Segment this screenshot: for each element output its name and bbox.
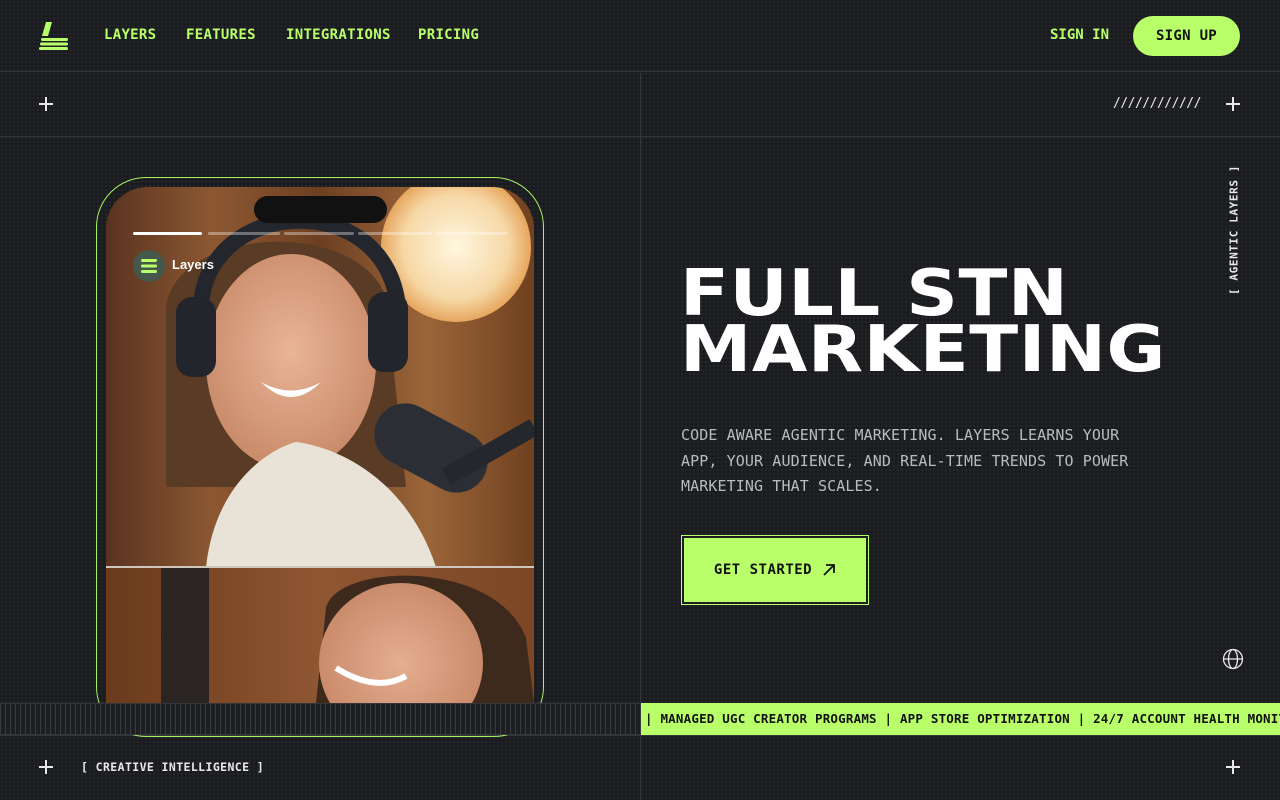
story-progress-bar	[284, 232, 354, 235]
section-label-creative-intelligence: [ CREATIVE INTELLIGENCE ]	[81, 760, 265, 774]
story-progress-bar	[436, 232, 508, 235]
hero-description: CODE AWARE AGENTIC MARKETING. LAYERS LEA…	[681, 426, 1129, 495]
hero-title-line: MARKETING	[680, 313, 1166, 387]
nav-link-pricing[interactable]: PRICING	[418, 27, 479, 43]
phone-screen: Layers	[106, 187, 534, 703]
arrow-up-right-icon	[823, 564, 836, 576]
plus-icon	[1226, 760, 1240, 774]
side-section-text: [ AGENTIC LAYERS ]	[1227, 164, 1241, 296]
nav-link-layers[interactable]: LAYERS	[104, 27, 156, 43]
story-progress-bar	[208, 232, 280, 235]
sign-in-link[interactable]: SIGN IN	[1050, 27, 1109, 43]
services-ticker: | MANAGED UGC CREATOR PROGRAMS | APP STO…	[641, 703, 1280, 735]
get-started-button[interactable]: GET STARTED	[681, 535, 869, 605]
layers-stack-icon	[141, 259, 157, 273]
grid-divider	[640, 73, 641, 800]
slash-decoration: ////////////	[1113, 96, 1201, 111]
nav-link-features[interactable]: FEATURES	[186, 27, 256, 43]
video-frame-top	[106, 187, 534, 567]
ticker-pattern	[0, 703, 641, 735]
side-section-label: [ AGENTIC LAYERS ]	[1226, 164, 1242, 296]
get-started-label: GET STARTED	[713, 562, 813, 578]
plus-icon	[39, 760, 53, 774]
globe-icon[interactable]	[1222, 648, 1244, 670]
brand-avatar	[133, 250, 165, 282]
phone-notch	[254, 196, 387, 223]
ticker-text: | MANAGED UGC CREATOR PROGRAMS | APP STO…	[645, 711, 1280, 726]
layers-logo-icon[interactable]	[38, 20, 70, 50]
top-nav: LAYERS FEATURES INTEGRATIONS PRICING SIG…	[0, 0, 1280, 72]
sign-up-button[interactable]: SIGN UP	[1133, 16, 1240, 56]
story-progress-bar	[358, 232, 432, 235]
plus-icon	[1226, 97, 1240, 111]
story-progress-bar	[133, 232, 202, 235]
plus-icon	[39, 97, 53, 111]
video-frame-bottom	[106, 568, 534, 703]
nav-link-integrations[interactable]: INTEGRATIONS	[286, 27, 391, 43]
hero-title: FULL STN MARKETING	[680, 262, 1166, 387]
brand-name: Layers	[172, 257, 214, 272]
